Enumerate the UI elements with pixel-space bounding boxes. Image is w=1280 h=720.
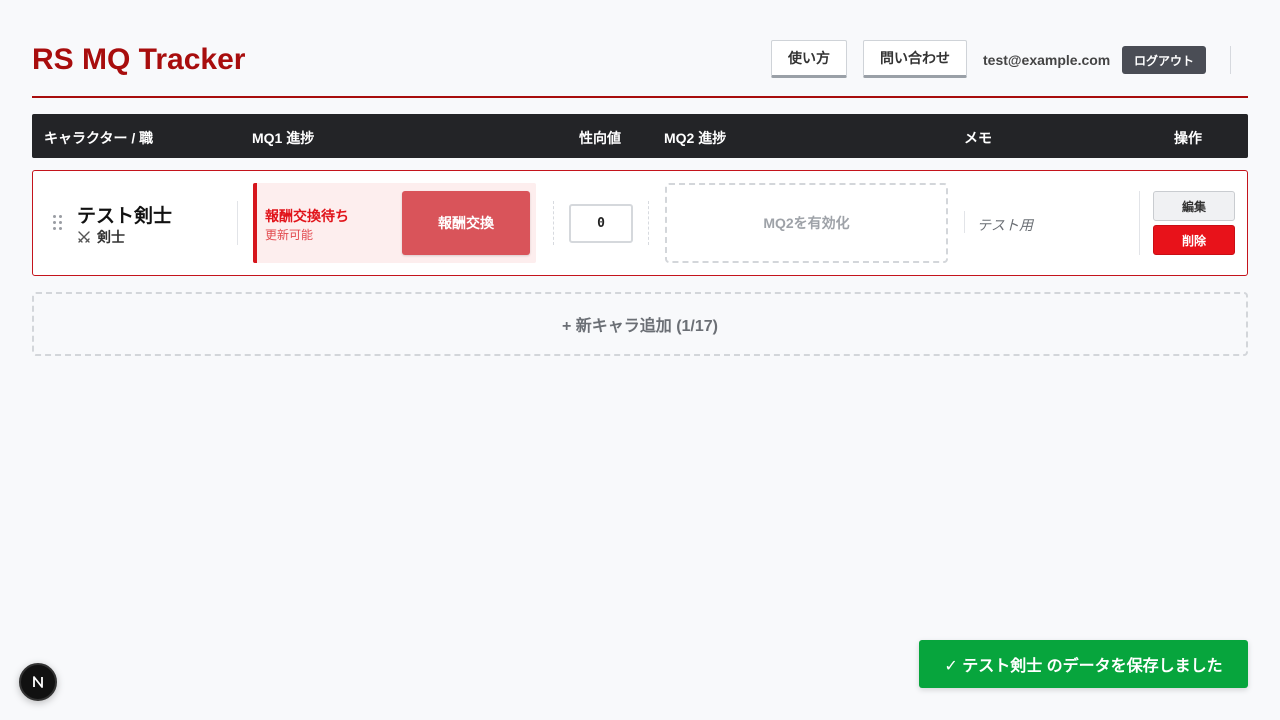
column-divider bbox=[964, 211, 965, 233]
app-header: RS MQ Tracker 使い方 問い合わせ test@example.com… bbox=[32, 40, 1248, 98]
crossed-swords-icon bbox=[78, 231, 90, 243]
column-header-memo: メモ bbox=[964, 130, 992, 146]
table-header: キャラクター / 職 MQ1 進捗 性向値 MQ2 進捗 メモ 操作 bbox=[32, 114, 1248, 158]
header-divider bbox=[1230, 46, 1231, 74]
app-title: RS MQ Tracker bbox=[32, 43, 246, 76]
logout-button[interactable]: ログアウト bbox=[1122, 46, 1206, 74]
howto-button[interactable]: 使い方 bbox=[771, 40, 847, 78]
mq1-status: 報酬交換待ち bbox=[265, 208, 349, 224]
drag-handle-icon[interactable] bbox=[53, 215, 65, 233]
user-email: test@example.com bbox=[983, 52, 1111, 68]
mq1-progress-panel: 報酬交換待ち 更新可能 報酬交換 bbox=[253, 183, 536, 263]
save-toast: ✓ テスト剣士 のデータを保存しました bbox=[919, 640, 1248, 688]
column-header-character: キャラクター / 職 bbox=[44, 130, 154, 146]
alignment-input[interactable] bbox=[569, 204, 633, 243]
column-divider bbox=[237, 201, 238, 245]
column-divider bbox=[553, 201, 554, 245]
character-row: テスト剣士 剣士 報酬交換待ち 更新可能 報酬交換 MQ2を有効化 テスト用 編… bbox=[32, 170, 1248, 276]
character-class: 剣士 bbox=[77, 227, 125, 247]
contact-button[interactable]: 問い合わせ bbox=[863, 40, 967, 78]
reward-exchange-button[interactable]: 報酬交換 bbox=[402, 191, 530, 255]
column-divider bbox=[1139, 191, 1140, 255]
add-character-button[interactable]: + 新キャラ追加 (1/17) bbox=[32, 292, 1248, 356]
mq2-enable-button[interactable]: MQ2を有効化 bbox=[665, 183, 948, 263]
column-header-mq1: MQ1 進捗 bbox=[252, 130, 315, 146]
column-header-mq2: MQ2 進捗 bbox=[664, 130, 727, 146]
nextjs-dev-icon[interactable] bbox=[19, 663, 57, 701]
column-header-alignment: 性向値 bbox=[579, 130, 621, 146]
n-logo-icon bbox=[33, 676, 43, 688]
character-name: テスト剣士 bbox=[77, 206, 173, 227]
mq1-substatus: 更新可能 bbox=[265, 228, 314, 242]
memo-text[interactable]: テスト用 bbox=[977, 215, 1033, 235]
delete-button[interactable]: 削除 bbox=[1153, 225, 1235, 255]
column-divider bbox=[648, 201, 649, 245]
column-header-actions: 操作 bbox=[1174, 130, 1202, 146]
edit-button[interactable]: 編集 bbox=[1153, 191, 1235, 221]
character-class-label: 剣士 bbox=[97, 229, 125, 245]
